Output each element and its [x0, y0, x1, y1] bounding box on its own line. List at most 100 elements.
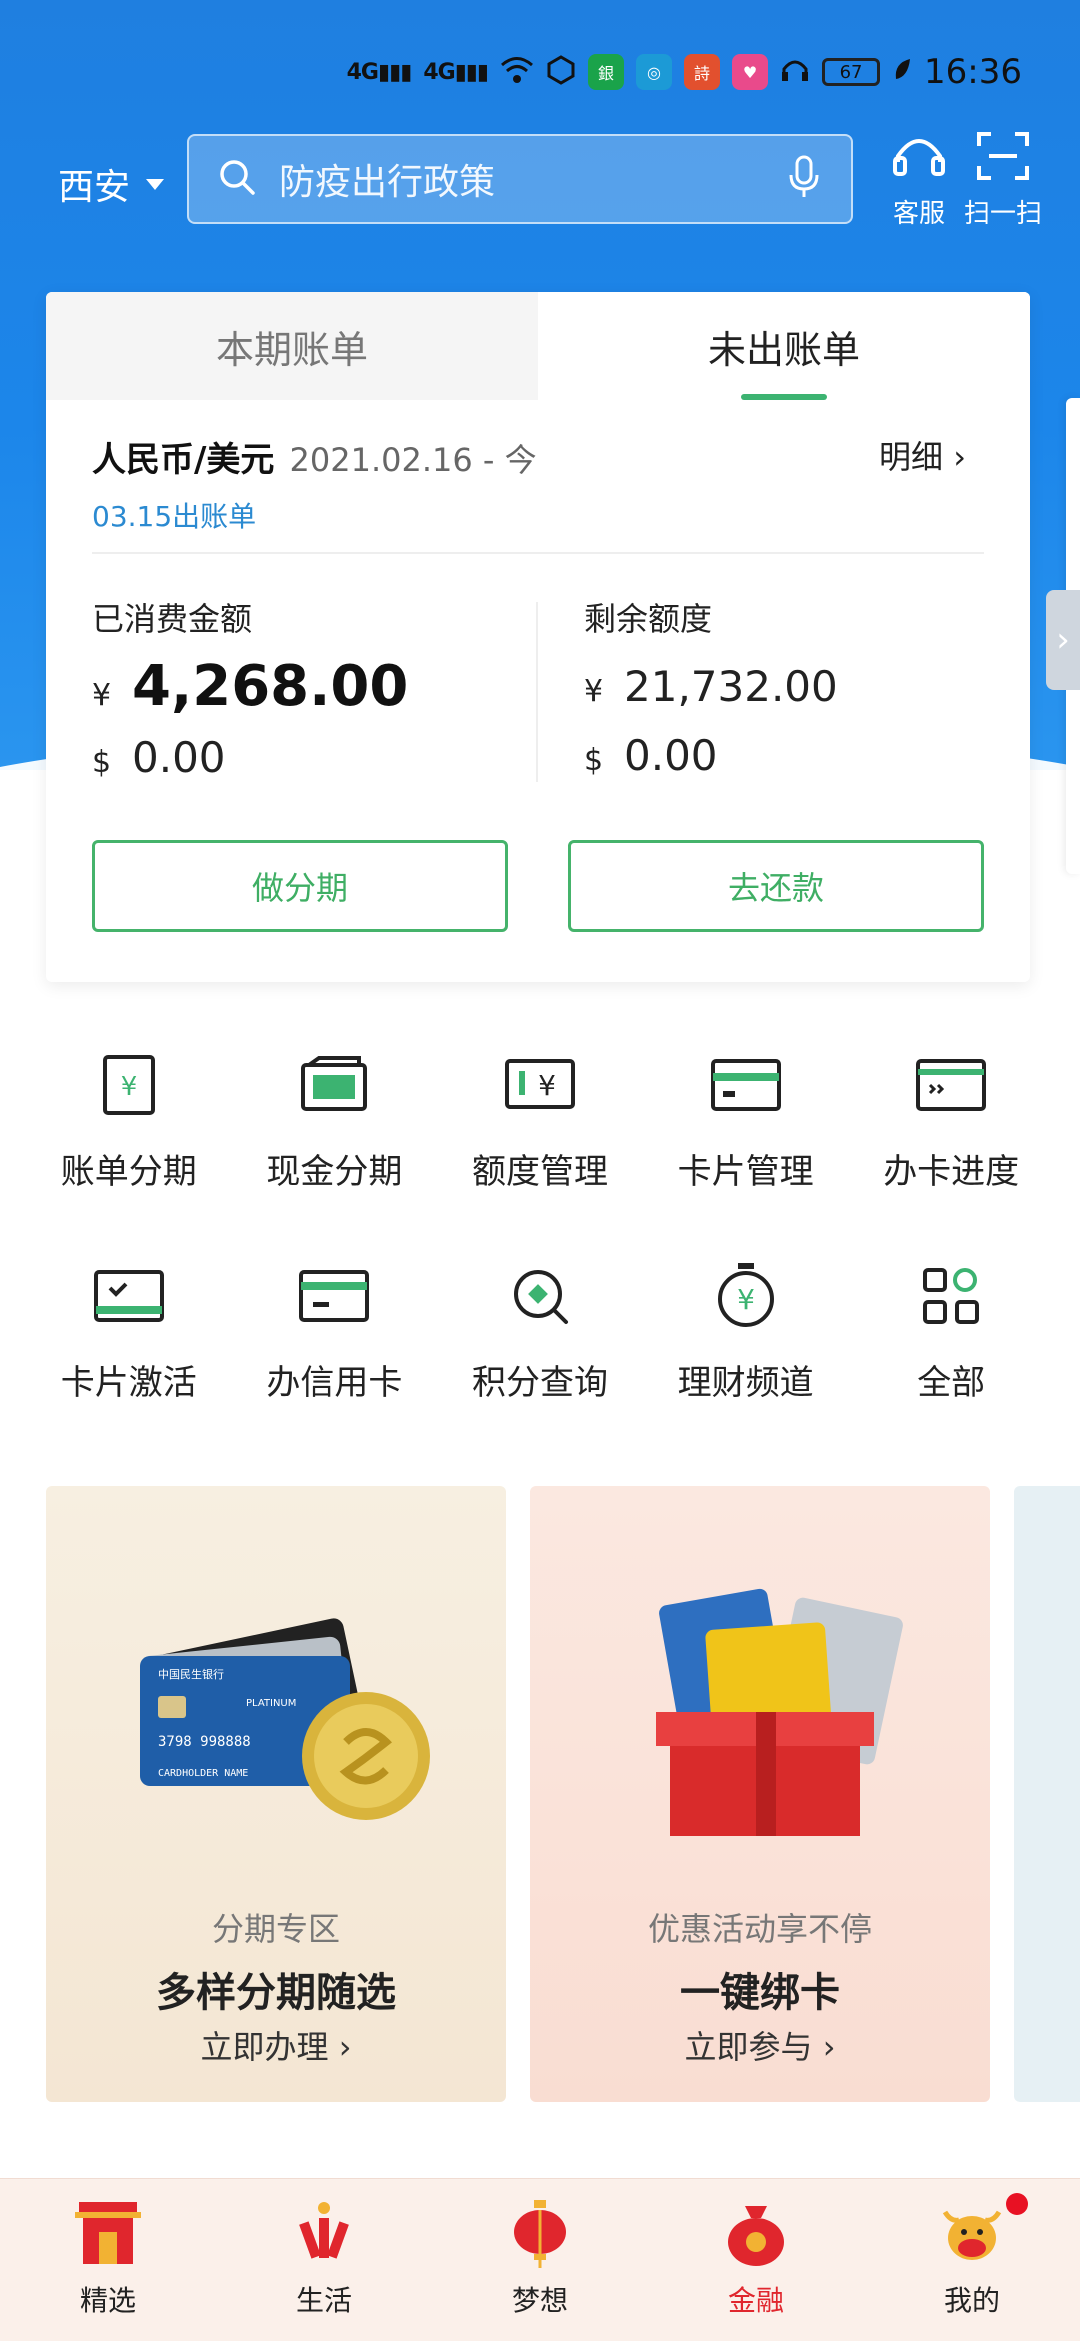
battery-icon: 67: [822, 58, 881, 86]
wealth-channel-icon: ¥: [701, 1251, 791, 1341]
points-query-icon: [495, 1251, 585, 1341]
chevron-right-icon: ›: [953, 438, 966, 476]
city-label: 西安: [58, 167, 131, 208]
promo-subtitle: 优惠活动享不停: [647, 1910, 872, 1948]
detail-link[interactable]: 明细 ›: [879, 432, 966, 478]
promo-card-number: 3798 998888: [158, 1734, 251, 1750]
chevron-right-icon: ›: [328, 2028, 352, 2066]
scan-button[interactable]: 扫一扫: [958, 130, 1048, 230]
service-label: 额度管理: [471, 1152, 608, 1192]
promo-cta[interactable]: 立即办理 ›: [46, 2022, 506, 2068]
search-icon: [217, 157, 257, 201]
tab-current-bill[interactable]: 本期账单: [46, 292, 538, 400]
promo-card-holder: CARDHOLDER NAME: [158, 1768, 248, 1779]
microphone-icon[interactable]: [787, 155, 821, 203]
lantern-icon: [502, 2195, 578, 2271]
gate-icon: [70, 2195, 146, 2271]
remaining-usd-value: 0.00: [624, 731, 718, 780]
bottom-nav: 精选 生活 梦想 金融 我的: [0, 2178, 1080, 2341]
service-wealth-channel[interactable]: ¥ 理财频道: [643, 1251, 849, 1404]
currency-label: 人民币/美元: [92, 440, 275, 480]
bank-app-icon: 銀: [588, 54, 625, 90]
service-cash-installment[interactable]: 现金分期: [232, 1040, 438, 1193]
bill-period: 2021.02.16 - 今: [289, 441, 537, 479]
bill-card: 本期账单 未出账单 人民币/美元 2021.02.16 - 今 03.15出账单…: [46, 292, 1030, 982]
game-app-icon: ♥: [732, 54, 769, 90]
nav-label: 精选: [79, 2284, 136, 2317]
chevron-right-icon[interactable]: ›: [1046, 590, 1080, 690]
wifi-icon: [500, 55, 534, 89]
hand-icon: [546, 55, 576, 89]
customer-service-label: 客服: [892, 199, 945, 229]
promo-card-tier: PLATINUM: [246, 1698, 296, 1709]
firecracker-icon: [286, 2195, 362, 2271]
remaining-cny-row: ¥ 21,732.00: [584, 662, 838, 711]
promo-cta-label: 立即办理: [200, 2028, 329, 2066]
scan-label: 扫一扫: [963, 199, 1042, 229]
customer-service-button[interactable]: 客服: [874, 130, 964, 230]
search-input[interactable]: 防疫出行政策: [279, 153, 787, 205]
clock: 16:36: [924, 52, 1022, 92]
service-bill-installment[interactable]: ¥ 账单分期: [26, 1040, 232, 1193]
nav-featured[interactable]: 精选: [0, 2179, 216, 2341]
service-card-activation[interactable]: 卡片激活: [26, 1251, 232, 1404]
nav-label: 梦想: [511, 2284, 568, 2317]
service-all[interactable]: 全部: [848, 1251, 1054, 1404]
promo-cta[interactable]: 立即参与 ›: [530, 2022, 990, 2068]
money-bag-icon: [718, 2195, 794, 2271]
divider: [92, 552, 984, 554]
nav-mine[interactable]: 我的: [864, 2179, 1080, 2341]
ox-icon: [934, 2195, 1010, 2271]
service-label: 现金分期: [266, 1152, 403, 1192]
search-bar[interactable]: 防疫出行政策: [187, 134, 853, 224]
svg-text:¥: ¥: [538, 1069, 556, 1102]
yuan-symbol: ¥: [584, 674, 604, 709]
service-limit-management[interactable]: ¥ 额度管理: [437, 1040, 643, 1193]
city-selector[interactable]: 西安: [58, 158, 165, 210]
nav-dream[interactable]: 梦想: [432, 2179, 648, 2341]
service-label: 卡片激活: [60, 1363, 197, 1403]
scan-icon: [975, 132, 1031, 189]
spent-cny-value: 4,268.00: [132, 654, 409, 719]
credit-cards-coin-illustration: 中国民生银行 PLATINUM 3798 998888 CARDHOLDER N…: [46, 1576, 506, 1876]
repay-button[interactable]: 去还款: [568, 840, 984, 932]
svg-text:¥: ¥: [737, 1283, 755, 1316]
service-card-management[interactable]: 卡片管理: [643, 1040, 849, 1193]
dollar-symbol: $: [584, 743, 604, 778]
chevron-down-icon: [146, 178, 165, 190]
spent-usd-value: 0.00: [132, 733, 226, 782]
headset-icon: [890, 139, 948, 189]
spent-cny-row: ¥ 4,268.00: [92, 654, 408, 719]
remaining-label: 剩余额度: [584, 600, 713, 638]
service-points-query[interactable]: 积分查询: [437, 1251, 643, 1404]
service-application-progress[interactable]: 办卡进度: [848, 1040, 1054, 1193]
all-services-icon: [906, 1251, 996, 1341]
cellular-signal-icon-2: 4G▮▮▮: [423, 59, 489, 85]
remaining-amount-block: 剩余额度 ¥ 21,732.00 $ 0.00: [584, 594, 838, 780]
promo-card-bind[interactable]: 优惠活动享不停 一键绑卡 立即参与 ›: [530, 1486, 990, 2102]
nav-label: 我的: [943, 2284, 1000, 2317]
promo-title: 多样分期随选: [156, 1970, 396, 2016]
detail-label: 明细: [879, 438, 944, 476]
service-label: 积分查询: [471, 1363, 608, 1403]
spent-usd-row: $ 0.00: [92, 733, 408, 782]
service-apply-credit-card[interactable]: 办信用卡: [232, 1251, 438, 1404]
nav-life[interactable]: 生活: [216, 2179, 432, 2341]
poetry-app-icon: 詩: [684, 54, 721, 90]
promo-card-installment[interactable]: 中国民生银行 PLATINUM 3798 998888 CARDHOLDER N…: [46, 1486, 506, 2102]
chevron-right-icon: ›: [812, 2028, 836, 2066]
remaining-usd-row: $ 0.00: [584, 731, 838, 780]
application-progress-icon: [906, 1040, 996, 1130]
service-label: 办卡进度: [883, 1152, 1020, 1192]
nav-finance[interactable]: 金融: [648, 2179, 864, 2341]
installment-button[interactable]: 做分期: [92, 840, 508, 932]
service-label: 理财频道: [677, 1363, 814, 1403]
browser-app-icon: ◎: [636, 54, 673, 90]
vertical-divider: [536, 602, 538, 782]
tab-unbilled[interactable]: 未出账单: [538, 292, 1030, 400]
promo-cta-label: 立即参与: [684, 2028, 813, 2066]
service-label: 卡片管理: [677, 1152, 814, 1192]
next-promo-peek[interactable]: [1014, 1486, 1080, 2102]
limit-management-icon: ¥: [495, 1040, 585, 1130]
headset-icon: [780, 55, 810, 89]
